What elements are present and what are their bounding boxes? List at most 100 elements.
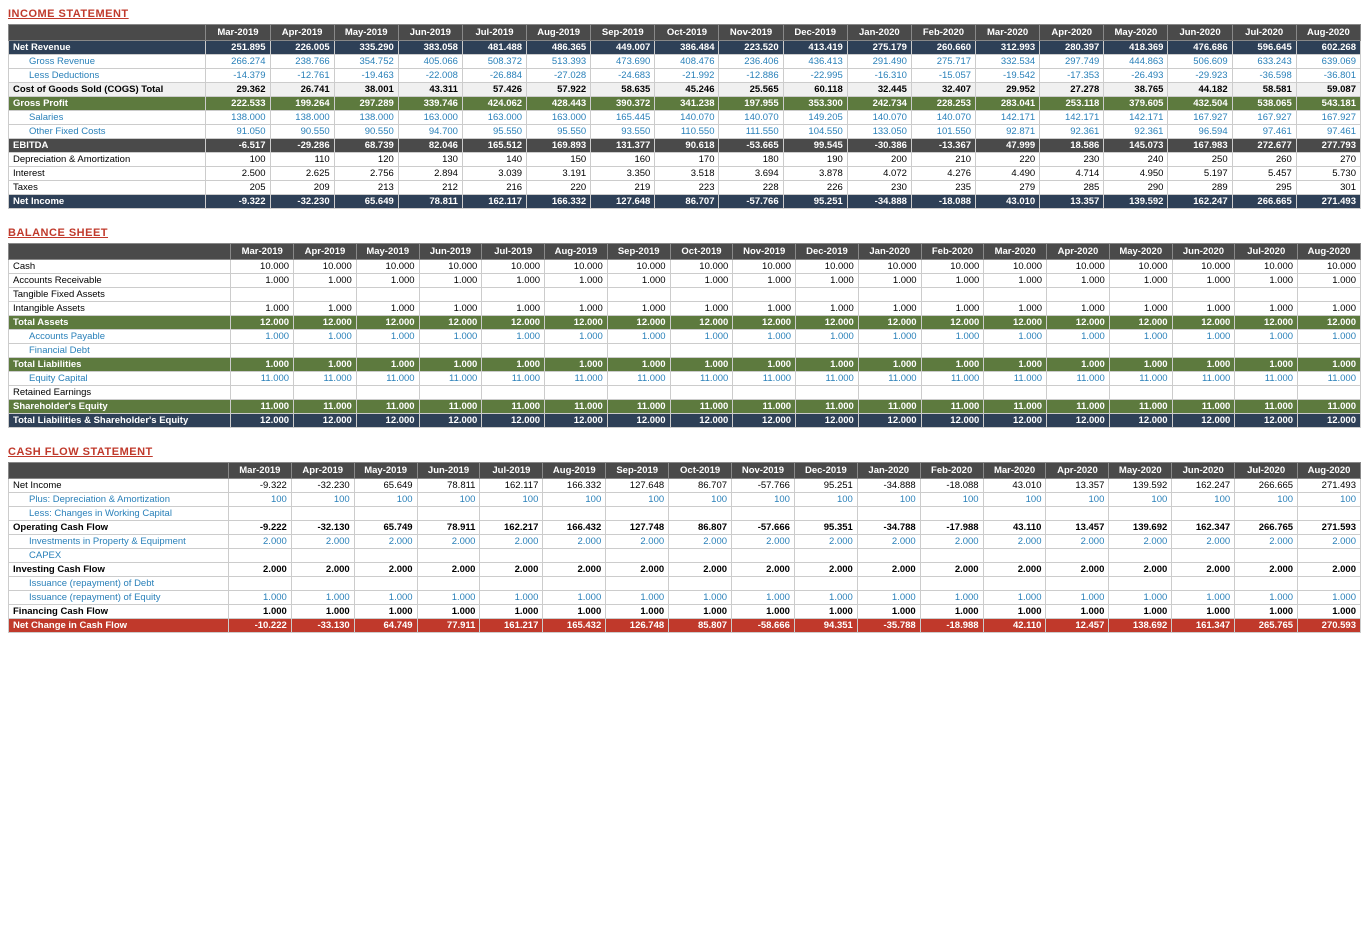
cell-value: 163.000 xyxy=(398,111,462,125)
cell-value xyxy=(1235,577,1298,591)
cell-value xyxy=(1235,507,1298,521)
column-date-header: Dec-2019 xyxy=(783,25,847,41)
cell-value: 418.369 xyxy=(1104,41,1168,55)
cell-value: 1.000 xyxy=(1235,274,1298,288)
cell-value: -22.995 xyxy=(783,69,847,83)
cell-value xyxy=(670,288,733,302)
cell-value: 44.182 xyxy=(1168,83,1232,97)
cell-value: 602.268 xyxy=(1296,41,1360,55)
cell-value: 10.000 xyxy=(482,260,545,274)
row-label: Retained Earnings xyxy=(9,386,231,400)
cell-value: -19.463 xyxy=(334,69,398,83)
cell-value: 95.550 xyxy=(462,125,526,139)
cell-value: 2.000 xyxy=(354,535,417,549)
cell-value: 12.000 xyxy=(482,414,545,428)
cell-value: 13.357 xyxy=(1040,195,1104,209)
cell-value: 161.347 xyxy=(1172,619,1235,633)
cell-value xyxy=(732,549,795,563)
cell-value: 10.000 xyxy=(858,260,921,274)
balance-sheet-table: Mar-2019Apr-2019May-2019Jun-2019Jul-2019… xyxy=(8,243,1361,428)
cell-value: 150 xyxy=(527,153,591,167)
cell-value: 12.000 xyxy=(1235,316,1298,330)
cell-value: 12.000 xyxy=(419,414,482,428)
cell-value: 10.000 xyxy=(670,260,733,274)
row-label: Operating Cash Flow xyxy=(9,521,229,535)
cell-value: 1.000 xyxy=(1235,358,1298,372)
cell-value: 10.000 xyxy=(294,260,357,274)
cell-value: 250 xyxy=(1168,153,1232,167)
cell-value: 11.000 xyxy=(1109,372,1172,386)
cell-value: 120 xyxy=(334,153,398,167)
cell-value: 513.393 xyxy=(527,55,591,69)
cell-value: 1.000 xyxy=(733,358,796,372)
column-date-header: Aug-2020 xyxy=(1296,25,1360,41)
cell-value: 169.893 xyxy=(527,139,591,153)
cell-value: 12.000 xyxy=(1298,316,1361,330)
cell-value: 29.362 xyxy=(206,83,270,97)
cell-value: 1.000 xyxy=(921,330,984,344)
cell-value: 142.171 xyxy=(1040,111,1104,125)
cell-value xyxy=(669,577,732,591)
row-label: Net Change in Cash Flow xyxy=(9,619,229,633)
cell-value: 59.087 xyxy=(1296,83,1360,97)
cell-value: 1.000 xyxy=(354,605,417,619)
cell-value xyxy=(1235,549,1298,563)
cell-value: 138.692 xyxy=(1109,619,1172,633)
cell-value xyxy=(1172,577,1235,591)
cell-value xyxy=(231,344,294,358)
cell-value xyxy=(291,549,354,563)
cell-value: 139.692 xyxy=(1109,521,1172,535)
cell-value: 12.000 xyxy=(921,414,984,428)
column-date-header: Sep-2019 xyxy=(607,244,670,260)
cell-value: 100 xyxy=(1172,493,1235,507)
cell-value: -57.766 xyxy=(732,479,795,493)
cell-value: 270.593 xyxy=(1298,619,1361,633)
cell-value: 240 xyxy=(1104,153,1168,167)
cell-value: 538.065 xyxy=(1232,97,1296,111)
cell-value: 11.000 xyxy=(545,400,608,414)
cell-value: 199.264 xyxy=(270,97,334,111)
cell-value: 11.000 xyxy=(1172,400,1235,414)
cell-value: 13.357 xyxy=(1046,479,1109,493)
cell-value: 90.618 xyxy=(655,139,719,153)
cell-value: 2.000 xyxy=(1235,535,1298,549)
row-label: Total Liabilities & Shareholder's Equity xyxy=(9,414,231,428)
cell-value: 140 xyxy=(462,153,526,167)
cell-value xyxy=(1172,386,1235,400)
cell-value: 332.534 xyxy=(976,55,1040,69)
table-row: CAPEX xyxy=(9,549,1361,563)
row-label: Total Liabilities xyxy=(9,358,231,372)
cell-value: 265.765 xyxy=(1235,619,1298,633)
table-row: Equity Capital11.00011.00011.00011.00011… xyxy=(9,372,1361,386)
cell-value: 291.490 xyxy=(847,55,911,69)
cell-value: 12.000 xyxy=(858,316,921,330)
cell-value: -9.222 xyxy=(228,521,291,535)
cell-value: 11.000 xyxy=(1235,372,1298,386)
cell-value: 26.741 xyxy=(270,83,334,97)
cell-value: 235 xyxy=(911,181,975,195)
cell-value xyxy=(1172,507,1235,521)
cell-value: 1.000 xyxy=(857,591,920,605)
cell-value: 12.000 xyxy=(984,414,1047,428)
cell-value: 43.110 xyxy=(983,521,1046,535)
cell-value: 131.377 xyxy=(591,139,655,153)
cell-value xyxy=(545,344,608,358)
cell-value xyxy=(858,288,921,302)
cell-value xyxy=(354,549,417,563)
cell-value: 92.361 xyxy=(1104,125,1168,139)
cell-value xyxy=(354,577,417,591)
cash-flow-section: CASH FLOW STATEMENT Mar-2019Apr-2019May-… xyxy=(8,446,1361,633)
cell-value: 238.766 xyxy=(270,55,334,69)
row-label: Investing Cash Flow xyxy=(9,563,229,577)
cell-value: 11.000 xyxy=(1298,400,1361,414)
cell-value: 100 xyxy=(732,493,795,507)
cell-value xyxy=(1235,288,1298,302)
cell-value: 45.246 xyxy=(655,83,719,97)
cell-value: 1.000 xyxy=(1235,302,1298,316)
cell-value: 1.000 xyxy=(1046,605,1109,619)
row-label: Equity Capital xyxy=(9,372,231,386)
cell-value: 1.000 xyxy=(1298,605,1361,619)
table-row: Total Liabilities & Shareholder's Equity… xyxy=(9,414,1361,428)
column-date-header: Sep-2019 xyxy=(606,463,669,479)
cell-value: 205 xyxy=(206,181,270,195)
